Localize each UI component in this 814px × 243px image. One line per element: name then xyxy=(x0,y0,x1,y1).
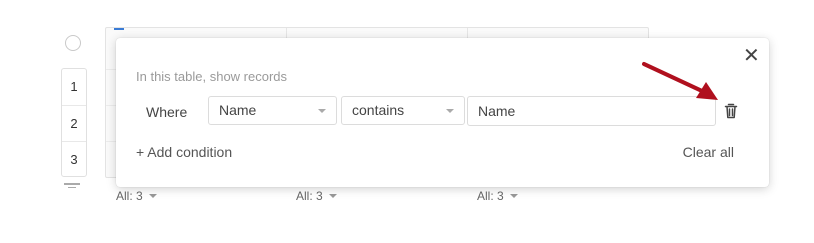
field-select-value: Name xyxy=(219,102,257,118)
chevron-down-icon xyxy=(446,109,454,113)
annotation-arrow xyxy=(642,62,718,100)
clear-all-button[interactable]: Clear all xyxy=(683,144,734,160)
add-condition-button[interactable]: + Add condition xyxy=(136,144,232,160)
column-summary[interactable]: All: 3 xyxy=(116,189,157,203)
column-summary-label: All: 3 xyxy=(296,189,323,203)
filter-intro-text: In this table, show records xyxy=(136,69,288,84)
row-number[interactable]: 3 xyxy=(62,142,86,178)
row-number[interactable]: 1 xyxy=(62,69,86,106)
chevron-down-icon xyxy=(328,194,337,198)
chevron-down-icon xyxy=(148,194,157,198)
where-label: Where xyxy=(146,104,188,120)
close-icon[interactable]: ✕ xyxy=(743,46,760,66)
chevron-down-icon xyxy=(509,194,518,198)
summary-toggle-icon[interactable] xyxy=(64,183,80,191)
column-summary-label: All: 3 xyxy=(116,189,143,203)
trash-icon[interactable] xyxy=(723,102,739,120)
chevron-down-icon xyxy=(318,109,326,113)
active-column-indicator xyxy=(114,28,124,30)
column-summary-label: All: 3 xyxy=(477,189,504,203)
row-number-column: 1 2 3 xyxy=(61,68,87,177)
operator-select-value: contains xyxy=(352,102,405,118)
operator-select[interactable]: contains xyxy=(341,96,465,125)
field-select[interactable]: Name xyxy=(208,96,337,125)
row-number[interactable]: 2 xyxy=(62,106,86,143)
select-all-radio[interactable] xyxy=(65,35,81,51)
column-summary[interactable]: All: 3 xyxy=(477,189,518,203)
column-summary[interactable]: All: 3 xyxy=(296,189,337,203)
